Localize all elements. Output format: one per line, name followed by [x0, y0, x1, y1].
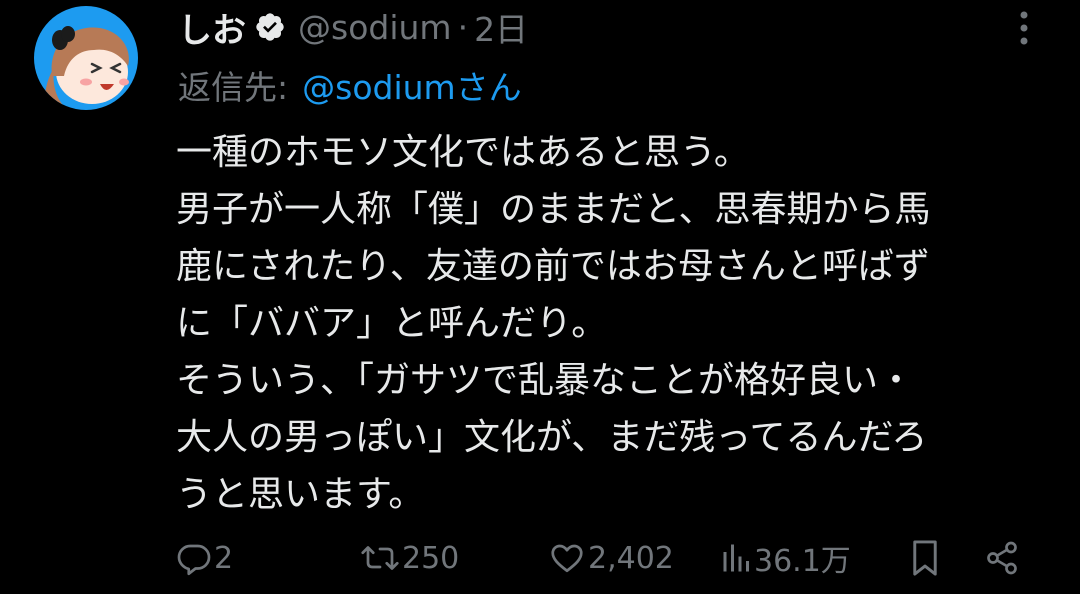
share-button[interactable]: [984, 534, 1020, 582]
tweet-text-line: 男子が一人称「僕」のままだと、思春期から馬: [176, 189, 931, 230]
tweet-text-line: 大人の男っぽい」文化が、まだ残ってるんだろ: [176, 417, 928, 458]
tweet-body: 一種のホモソ文化ではあると思う。 男子が一人称「僕」のままだと、思春期から馬 鹿…: [176, 124, 1056, 523]
tweet[interactable]: しお @sodium · 2日 返信先: @sodiumさん 一種のホモソ文化で…: [0, 0, 1080, 594]
tweet-text-line: 一種のホモソ文化ではあると思う。: [176, 132, 750, 173]
action-bar: 2 250 2,402 36.1万: [176, 534, 1036, 582]
bookmark-icon: [910, 539, 940, 577]
share-icon: [984, 540, 1020, 576]
tweet-text-line: に「ババア」と呼んだり。: [176, 303, 608, 344]
verified-badge-icon: [254, 11, 286, 43]
reply-label: 返信先:: [178, 68, 289, 107]
like-button[interactable]: 2,402: [548, 534, 674, 582]
more-icon[interactable]: [1006, 8, 1042, 48]
reply-handle-link[interactable]: @sodiumさん: [302, 61, 522, 109]
display-name[interactable]: しお: [178, 3, 246, 52]
repost-button[interactable]: 250: [360, 534, 459, 582]
tweet-text-line: うと思います。: [176, 474, 425, 515]
reply-button[interactable]: 2: [176, 534, 233, 582]
bookmark-button[interactable]: [910, 534, 940, 582]
like-count: 2,402: [588, 540, 674, 576]
tweet-text-line: 鹿にされたり、友達の前ではお母さんと呼ばず: [176, 246, 930, 287]
like-icon: [548, 540, 586, 576]
views-button[interactable]: 36.1万: [722, 534, 851, 582]
author-handle[interactable]: @sodium: [298, 8, 452, 47]
separator-dot: ·: [457, 7, 469, 47]
repost-count: 250: [402, 540, 460, 576]
tweet-text-line: そういう、「ガサツで乱暴なことが格好良い・: [176, 360, 915, 401]
avatar[interactable]: [34, 6, 138, 110]
views-icon: [722, 540, 752, 576]
reply-icon: [176, 540, 212, 576]
timestamp[interactable]: 2日: [474, 3, 528, 51]
reply-count: 2: [214, 540, 234, 576]
reply-context: 返信先: @sodiumさん: [178, 60, 522, 110]
repost-icon: [360, 540, 400, 576]
views-count: 36.1万: [754, 544, 851, 579]
tweet-header: しお @sodium · 2日: [178, 2, 528, 52]
